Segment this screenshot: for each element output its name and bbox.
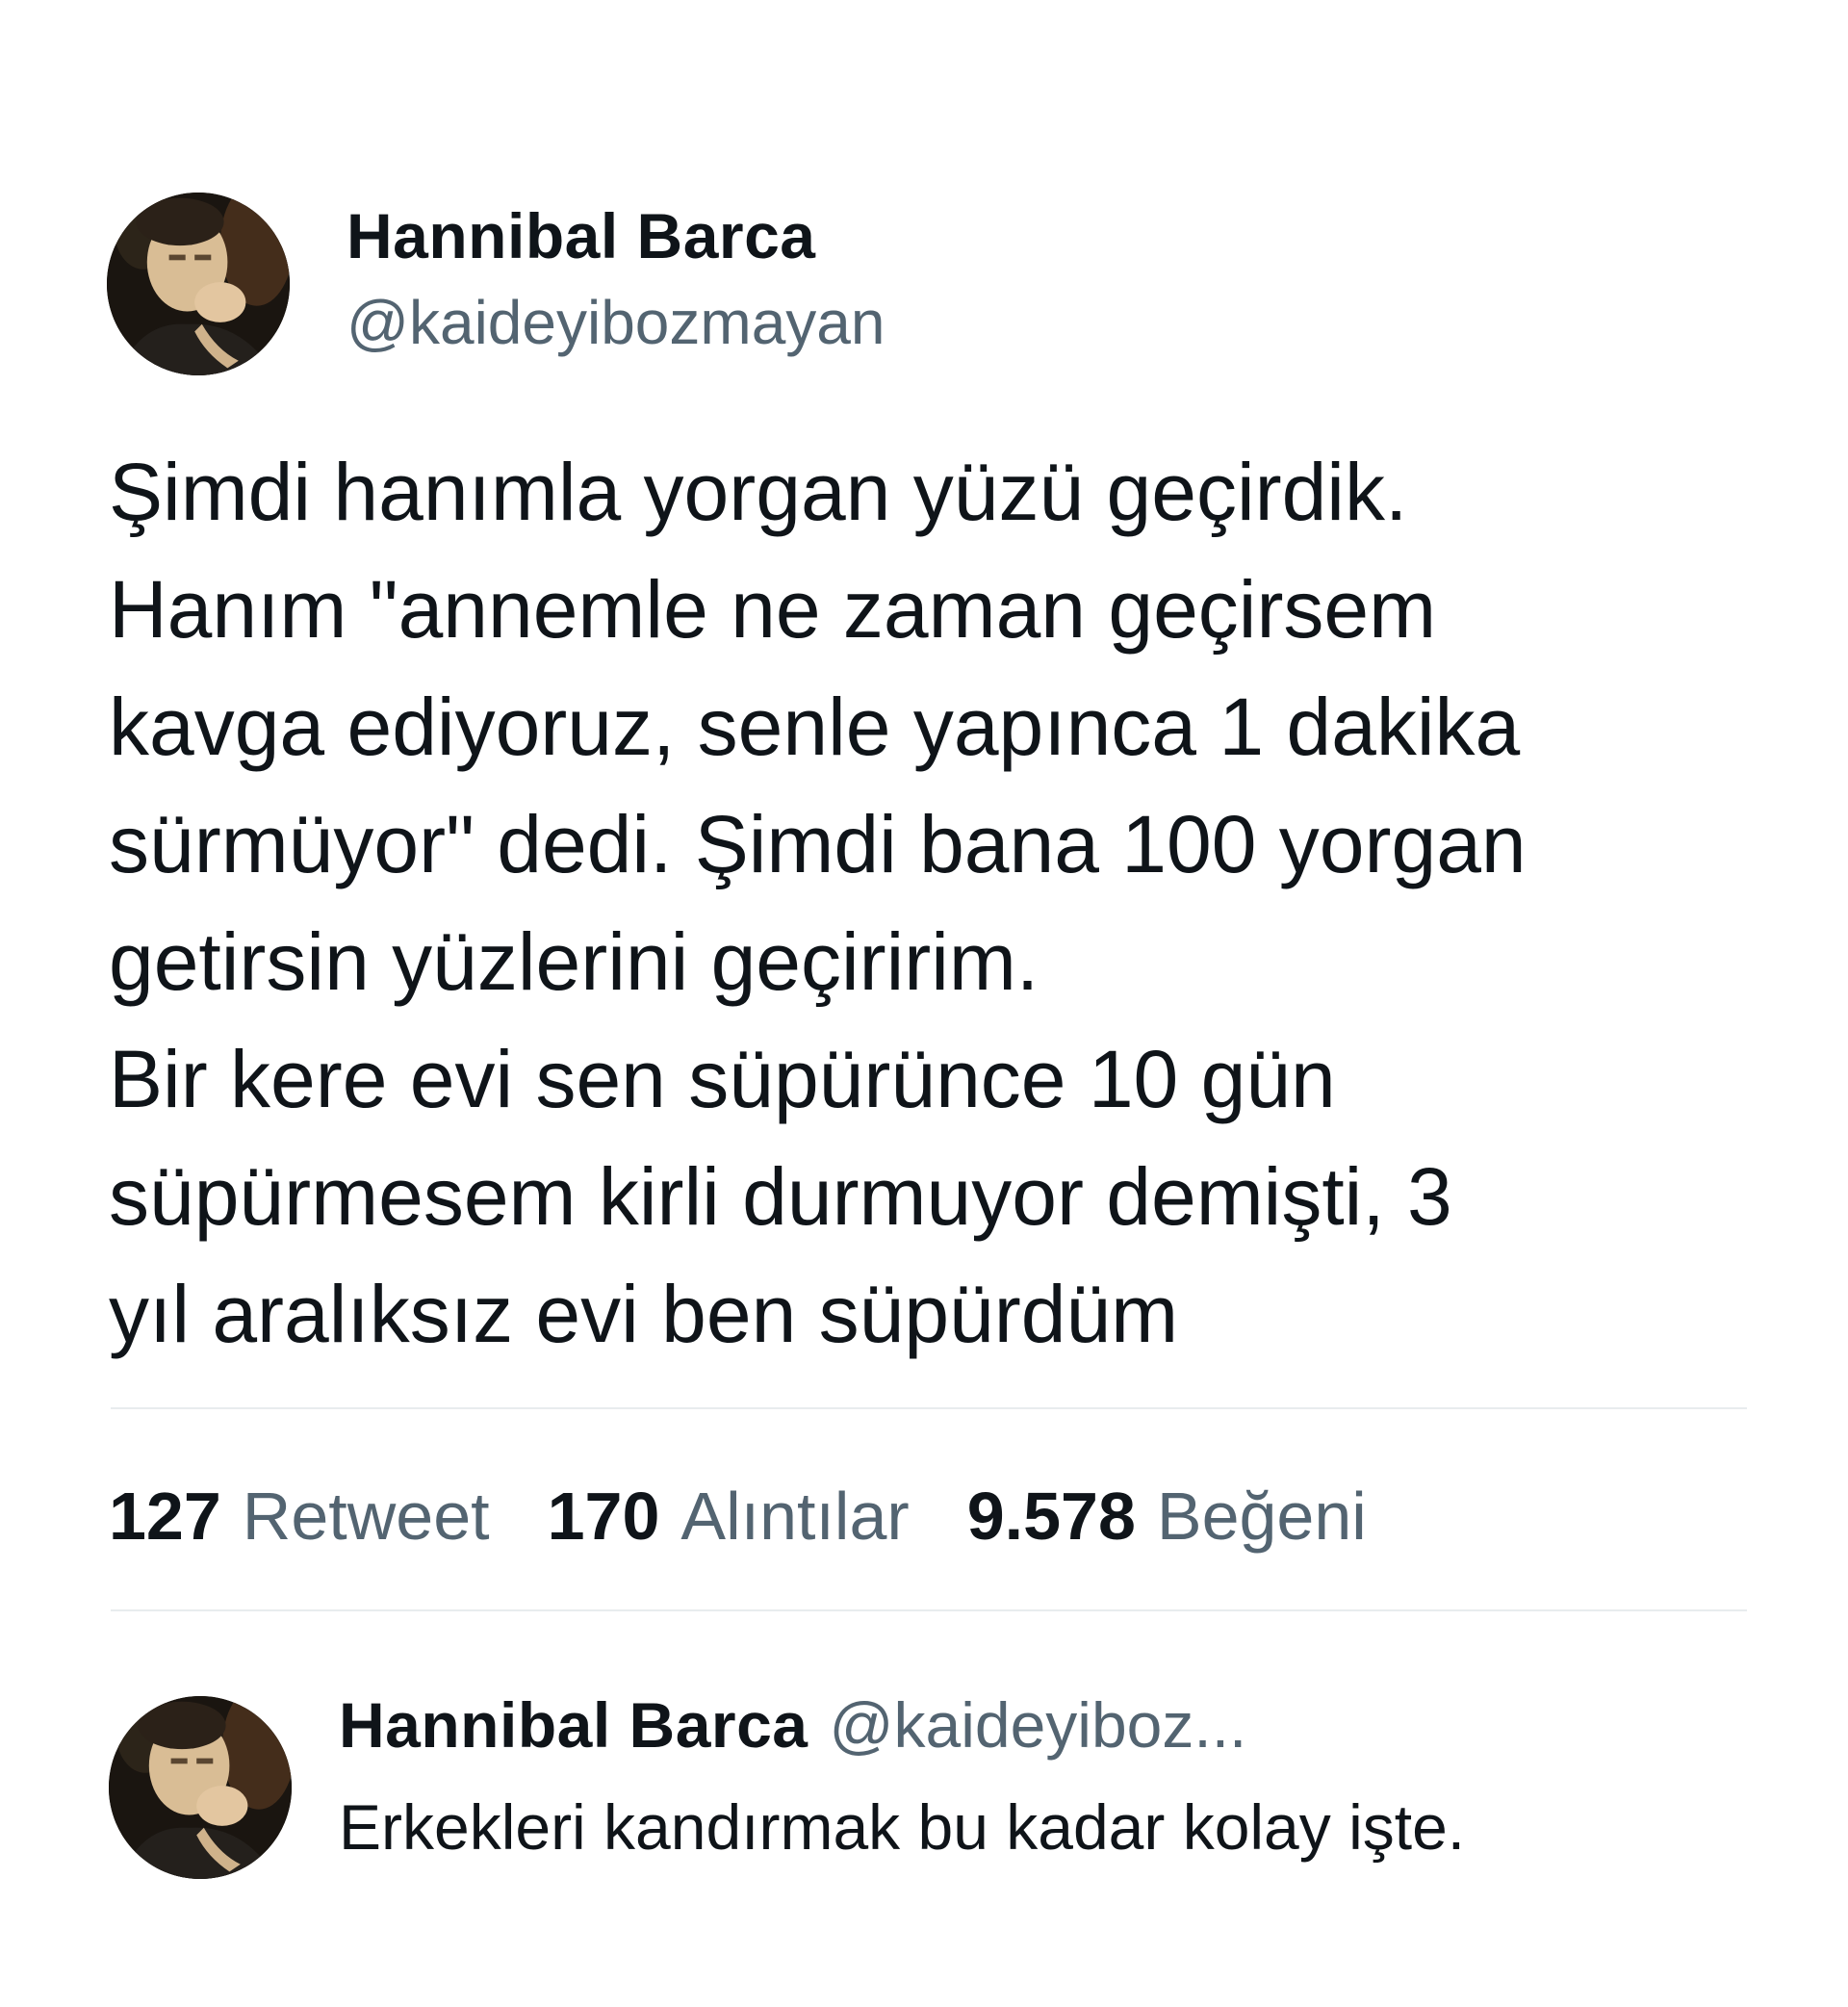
tweet-text-line: getirsin yüzlerini geçiririm. <box>109 916 1040 1007</box>
divider <box>111 1609 1747 1611</box>
reply-text: Erkekleri kandırmak bu kadar kolay işte. <box>339 1791 1466 1863</box>
author-handle[interactable]: @kaideyibozmayan <box>346 284 885 361</box>
tweet-text-line: Şimdi hanımla yorgan yüzü geçirdik. <box>109 447 1408 537</box>
tweet-text-line: kavga ediyoruz, senle yapınca 1 dakika <box>109 682 1521 772</box>
quote-count: 170 <box>547 1479 660 1554</box>
reply-author-avatar[interactable] <box>109 1696 292 1879</box>
reply-author-handle[interactable]: @kaideyiboz... <box>830 1689 1247 1761</box>
profile-photo-icon <box>109 1696 292 1879</box>
author-display-name[interactable]: Hannibal Barca <box>346 197 816 274</box>
retweet-count: 127 <box>109 1479 221 1554</box>
tweet-text-line: yıl aralıksız evi ben süpürdüm <box>109 1269 1179 1359</box>
like-count: 9.578 <box>966 1479 1136 1554</box>
reply-header: Hannibal Barca @kaideyiboz... <box>339 1686 1246 1763</box>
tweet-text-line: sürmüyor" dedi. Şimdi bana 100 yorgan <box>109 799 1527 889</box>
author-avatar[interactable] <box>107 193 290 375</box>
retweet-count-link[interactable]: 127 Retweet <box>109 1478 490 1555</box>
engagement-stats: 127 Retweet 170 Alıntılar 9.578 Beğeni <box>109 1473 1424 1559</box>
tweet-text-line: süpürmesem kirli durmuyor demişti, 3 <box>109 1151 1452 1242</box>
tweet-text-line: Hanım "annemle ne zaman geçirsem <box>109 564 1437 655</box>
tweet-card: Hannibal Barca @kaideyibozmayan Şimdi ha… <box>0 0 1848 2007</box>
tweet-text-line: Bir kere evi sen süpürünce 10 gün <box>109 1034 1336 1124</box>
like-count-link[interactable]: 9.578 Beğeni <box>967 1478 1367 1555</box>
reply-author-display-name[interactable]: Hannibal Barca <box>339 1689 808 1761</box>
tweet-text: Şimdi hanımla yorgan yüzü geçirdik. Hanı… <box>109 433 1764 1373</box>
divider <box>111 1407 1747 1409</box>
quote-count-link[interactable]: 170 Alıntılar <box>548 1478 910 1555</box>
retweet-label: Retweet <box>242 1479 490 1554</box>
profile-photo-icon <box>107 193 290 375</box>
quote-label: Alıntılar <box>680 1479 910 1554</box>
like-label: Beğeni <box>1156 1479 1367 1554</box>
